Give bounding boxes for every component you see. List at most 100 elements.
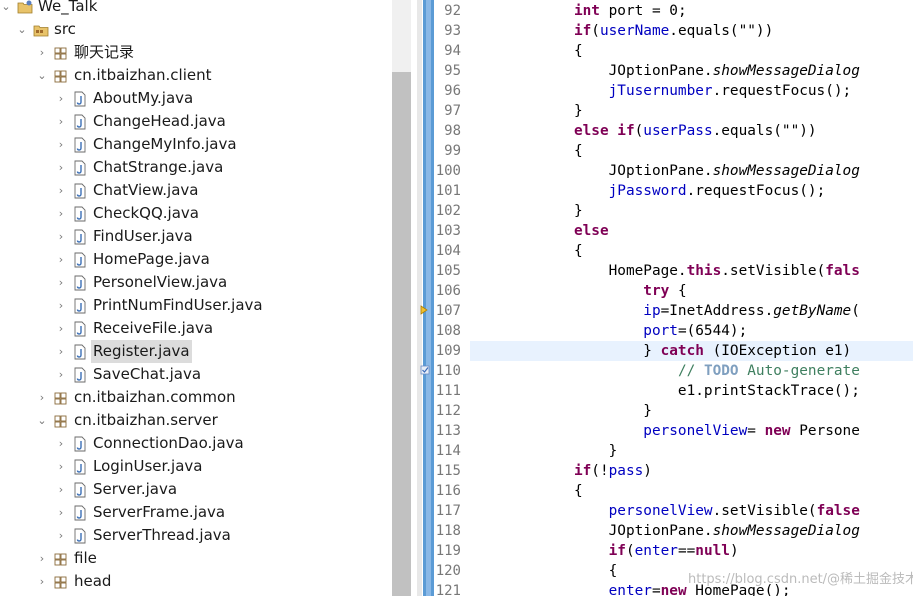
java-file-icon [72,528,88,544]
tree-item-label: ChangeMyInfo.java [93,135,237,153]
tree-item-label: ServerFrame.java [93,503,226,521]
code-line[interactable]: e1.printStackTrace(); [470,381,913,401]
chevron-right-icon[interactable]: › [36,570,48,593]
line-number: 109 [435,343,461,359]
chevron-down-icon[interactable]: ⌄ [36,409,48,432]
line-number: 114 [435,443,461,459]
code-line[interactable]: // TODO Auto-generate [470,361,913,381]
code-line[interactable]: } catch (IOException e1) [470,341,913,361]
code-line[interactable]: { [470,141,913,161]
code-line[interactable]: if(!pass) [470,461,913,481]
code-line[interactable]: { [470,41,913,61]
tree-item[interactable]: › PersonelView.java [0,271,390,294]
code-line[interactable]: JOptionPane.showMessageDialog [470,521,913,541]
tree-item[interactable]: › ServerFrame.java [0,501,390,524]
chevron-right-icon[interactable]: › [55,524,67,547]
code-editor[interactable]: int port = 0; if(userName.equals("")) { … [470,0,913,596]
chevron-down-icon[interactable]: ⌄ [0,0,12,18]
chevron-right-icon[interactable]: › [55,455,67,478]
java-file-icon [72,459,88,475]
tree-item[interactable]: › AboutMy.java [0,87,390,110]
chevron-right-icon[interactable]: › [55,317,67,340]
line-number: 94 [444,43,461,59]
warning-marker-icon[interactable] [420,304,430,316]
annotation-ruler [417,0,422,596]
chevron-right-icon[interactable]: › [55,363,67,386]
chevron-right-icon[interactable]: › [55,156,67,179]
code-line[interactable]: { [470,481,913,501]
code-line[interactable]: JOptionPane.showMessageDialog [470,61,913,81]
chevron-right-icon[interactable]: › [55,202,67,225]
explorer-scrollbar-thumb[interactable] [392,72,411,596]
tree-item[interactable]: › ServerThread.java [0,524,390,547]
line-number: 120 [435,563,461,579]
code-line[interactable]: if(userName.equals("")) [470,21,913,41]
tree-item[interactable]: › HomePage.java [0,248,390,271]
tree-item[interactable]: › ChatView.java [0,179,390,202]
tree-item[interactable]: › ChatStrange.java [0,156,390,179]
code-line[interactable]: } [470,201,913,221]
code-line[interactable]: ip=InetAddress.getByName( [470,301,913,321]
code-line[interactable]: HomePage.this.setVisible(fals [470,261,913,281]
tree-item-label: SaveChat.java [93,365,202,383]
chevron-right-icon[interactable]: › [55,133,67,156]
chevron-right-icon[interactable]: › [55,340,67,363]
quick-diff-ruler [423,0,434,596]
tree-item[interactable]: › ReceiveFile.java [0,317,390,340]
code-line[interactable]: else [470,221,913,241]
tree-item[interactable]: › ConnectionDao.java [0,432,390,455]
code-line[interactable]: jTusernumber.requestFocus(); [470,81,913,101]
tree-item[interactable]: › head [0,570,390,593]
tree-item-label: ChatStrange.java [93,158,224,176]
tree-item-label: FindUser.java [93,227,193,245]
chevron-right-icon[interactable]: › [55,87,67,110]
tree-item[interactable]: ⌄ cn.itbaizhan.server [0,409,390,432]
tree-item[interactable]: › cn.itbaizhan.common [0,386,390,409]
task-marker-icon[interactable] [420,364,430,376]
tree-item[interactable]: › 聊天记录 [0,41,390,64]
code-line[interactable]: { [470,241,913,261]
tree-item[interactable]: › LoginUser.java [0,455,390,478]
tree-item[interactable]: › SaveChat.java [0,363,390,386]
chevron-right-icon[interactable]: › [55,501,67,524]
chevron-right-icon[interactable]: › [55,432,67,455]
line-number-gutter: 92 93 94 95 96 97 98 99 100 101 102 103 104 105 106 107… [434,0,470,599]
tree-item[interactable]: ⌄ cn.itbaizhan.client [0,64,390,87]
chevron-right-icon[interactable]: › [55,271,67,294]
chevron-right-icon[interactable]: › [36,41,48,64]
chevron-right-icon[interactable]: › [55,110,67,133]
tree-item[interactable]: › Server.java [0,478,390,501]
tree-item[interactable]: › CheckQQ.java [0,202,390,225]
chevron-right-icon[interactable]: › [55,294,67,317]
code-line[interactable]: try { [470,281,913,301]
tree-item-label: LoginUser.java [93,457,203,475]
code-line[interactable]: else if(userPass.equals("")) [470,121,913,141]
code-line[interactable]: personelView= new Persone [470,421,913,441]
code-line[interactable]: jPassword.requestFocus(); [470,181,913,201]
code-line[interactable]: JOptionPane.showMessageDialog [470,161,913,181]
tree-item[interactable]: › ChangeMyInfo.java [0,133,390,156]
code-line[interactable]: port=(6544); [470,321,913,341]
chevron-right-icon[interactable]: › [55,225,67,248]
code-line[interactable]: } [470,441,913,461]
code-line[interactable]: int port = 0; [470,1,913,21]
tree-item[interactable]: › PrintNumFindUser.java [0,294,390,317]
tree-item[interactable]: › FindUser.java [0,225,390,248]
tree-item[interactable]: › ChangeHead.java [0,110,390,133]
tree-item[interactable]: ⌄ src [0,18,390,41]
tree-item[interactable]: › Register.java [0,340,390,363]
code-line[interactable]: if(enter==null) [470,541,913,561]
chevron-down-icon[interactable]: ⌄ [16,18,28,41]
chevron-right-icon[interactable]: › [55,179,67,202]
chevron-right-icon[interactable]: › [36,386,48,409]
tree-item[interactable]: ⌄ We_Talk [0,0,390,18]
chevron-right-icon[interactable]: › [55,478,67,501]
code-line[interactable]: personelView.setVisible(false [470,501,913,521]
code-line[interactable]: } [470,401,913,421]
chevron-right-icon[interactable]: › [55,248,67,271]
chevron-right-icon[interactable]: › [36,547,48,570]
tree-item[interactable]: › file [0,547,390,570]
code-line[interactable]: } [470,101,913,121]
chevron-down-icon[interactable]: ⌄ [36,64,48,87]
java-file-icon [72,206,88,222]
